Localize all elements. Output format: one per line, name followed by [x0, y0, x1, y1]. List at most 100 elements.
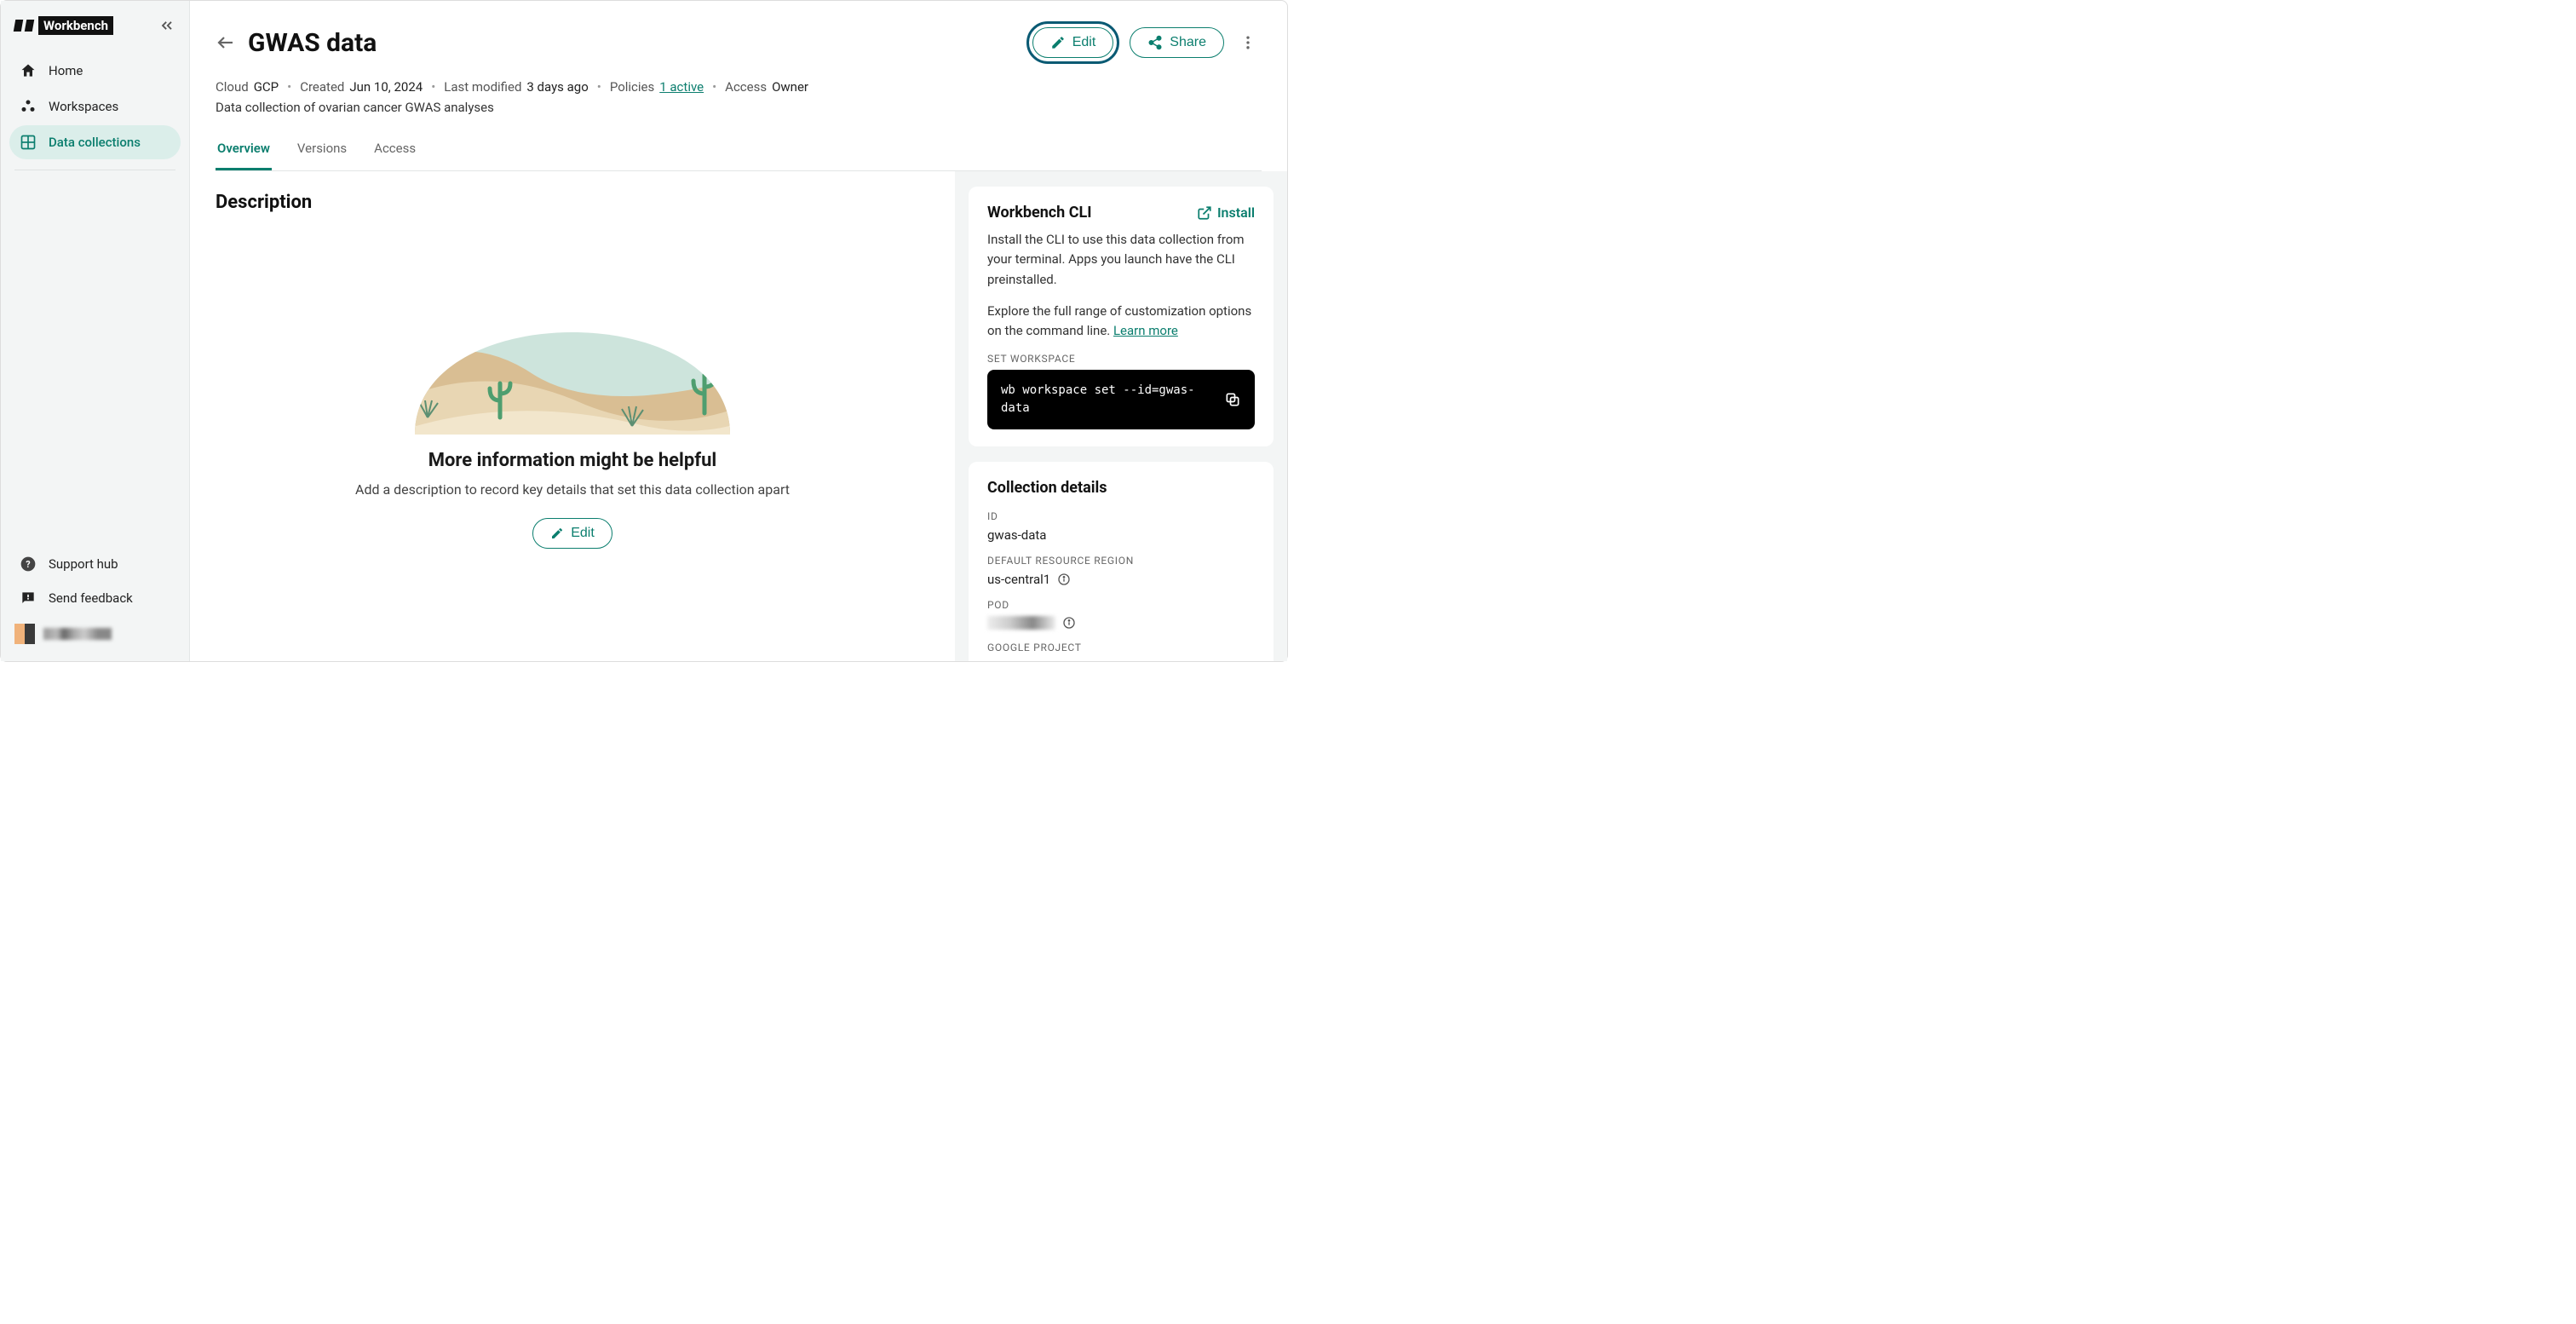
user-account-row[interactable]: [9, 615, 181, 653]
cli-card: Workbench CLI Install Install the CLI to…: [969, 187, 1274, 446]
copy-icon: [1224, 391, 1241, 408]
right-panel: Workbench CLI Install Install the CLI to…: [955, 171, 1287, 661]
meta-access-label: Access: [725, 79, 767, 95]
sidebar: Workbench Home Workspaces: [1, 1, 190, 661]
external-link-icon: [1197, 205, 1212, 221]
page-title: GWAS data: [248, 28, 377, 58]
tabs: Overview Versions Access: [216, 132, 1262, 171]
cli-learn-more-link[interactable]: Learn more: [1113, 323, 1178, 338]
meta-separator: •: [431, 79, 435, 95]
sidebar-item-support-hub[interactable]: ? Support hub: [9, 547, 181, 581]
data-collections-icon: [20, 134, 37, 151]
sidebar-collapse-button[interactable]: [158, 17, 175, 34]
cli-card-header: Workbench CLI Install: [987, 204, 1255, 222]
meta-row: Cloud GCP • Created Jun 10, 2024 • Last …: [216, 79, 1262, 95]
details-pod-row: [987, 616, 1255, 630]
details-id-label: ID: [987, 510, 1255, 522]
brand: Workbench: [14, 16, 113, 35]
meta-policies-link[interactable]: 1 active: [659, 79, 704, 95]
meta-modified-value: 3 days ago: [526, 79, 588, 95]
title-actions: Edit Share: [1026, 21, 1262, 64]
cli-desc-1: Install the CLI to use this data collect…: [987, 230, 1255, 290]
sidebar-footer-nav: ? Support hub Send feedback: [9, 547, 181, 615]
back-button[interactable]: [216, 32, 236, 53]
description-empty-state: More information might be helpful Add a …: [216, 247, 929, 549]
header-description: Data collection of ovarian cancer GWAS a…: [216, 100, 1262, 115]
help-icon: ?: [20, 556, 37, 573]
cli-card-title: Workbench CLI: [987, 204, 1092, 222]
home-icon: [20, 62, 37, 79]
title-left: GWAS data: [216, 28, 377, 58]
more-actions-button[interactable]: [1234, 29, 1262, 56]
sidebar-item-label: Send feedback: [49, 590, 133, 606]
brand-name: Workbench: [38, 16, 113, 35]
details-pod-label: POD: [987, 599, 1255, 611]
meta-created-value: Jun 10, 2024: [349, 79, 423, 95]
meta-modified-label: Last modified: [444, 79, 521, 95]
tab-label: Overview: [217, 141, 270, 156]
cli-install-label: Install: [1217, 204, 1255, 221]
more-vertical-icon: [1239, 34, 1256, 51]
share-button[interactable]: Share: [1130, 27, 1224, 58]
workspaces-icon: [20, 98, 37, 115]
sidebar-divider: [14, 170, 175, 538]
empty-state-title: More information might be helpful: [428, 450, 717, 471]
cli-copy-button[interactable]: [1224, 391, 1241, 408]
pencil-icon: [1050, 35, 1066, 50]
sidebar-item-workspaces[interactable]: Workspaces: [9, 89, 181, 124]
meta-separator: •: [712, 79, 716, 95]
empty-state-subtitle: Add a description to record key details …: [355, 481, 790, 498]
avatar: [14, 624, 35, 644]
sidebar-item-home[interactable]: Home: [9, 54, 181, 88]
sidebar-item-data-collections[interactable]: Data collections: [9, 125, 181, 159]
title-row: GWAS data Edit Share: [216, 21, 1262, 64]
desert-illustration: [389, 247, 756, 435]
sidebar-item-label: Workspaces: [49, 99, 118, 114]
sidebar-header: Workbench: [9, 16, 181, 54]
feedback-icon: [20, 590, 37, 607]
tab-versions[interactable]: Versions: [296, 132, 348, 170]
info-icon[interactable]: [1057, 573, 1071, 586]
app-root: Workbench Home Workspaces: [1, 1, 1287, 661]
meta-separator: •: [287, 79, 291, 95]
edit-button-label: Edit: [571, 526, 595, 541]
meta-access-value: Owner: [772, 79, 808, 95]
share-button-label: Share: [1170, 35, 1206, 50]
details-region-label: DEFAULT RESOURCE REGION: [987, 555, 1255, 567]
sidebar-item-label: Home: [49, 63, 83, 78]
meta-cloud-value: GCP: [254, 79, 279, 95]
cli-set-workspace-label: SET WORKSPACE: [987, 353, 1255, 365]
pencil-icon: [550, 527, 564, 540]
svg-text:?: ?: [26, 559, 30, 570]
details-card: Collection details ID gwas-data DEFAULT …: [969, 462, 1274, 661]
details-google-project-label: GOOGLE PROJECT: [987, 642, 1255, 653]
tab-access[interactable]: Access: [372, 132, 417, 170]
share-icon: [1147, 35, 1163, 50]
cli-command-block: wb workspace set --id=gwas- data: [987, 370, 1255, 429]
details-pod-value-redacted: [987, 616, 1055, 630]
brand-logo-icon: [14, 20, 33, 32]
empty-state-edit-button[interactable]: Edit: [532, 518, 612, 549]
cli-command-text: wb workspace set --id=gwas- data: [1001, 382, 1195, 417]
edit-button-label: Edit: [1072, 35, 1096, 50]
sidebar-item-label: Support hub: [49, 556, 118, 572]
details-region-value: us-central1: [987, 572, 1050, 587]
edit-button[interactable]: Edit: [1032, 27, 1114, 58]
sidebar-item-send-feedback[interactable]: Send feedback: [9, 581, 181, 615]
user-name-redacted: [43, 628, 112, 640]
meta-policies-label: Policies: [610, 79, 654, 95]
meta-separator: •: [597, 79, 601, 95]
tab-label: Access: [374, 141, 416, 156]
sidebar-item-label: Data collections: [49, 135, 141, 150]
details-card-title: Collection details: [987, 479, 1255, 497]
content: Description: [190, 171, 955, 661]
tab-overview[interactable]: Overview: [216, 132, 272, 170]
details-region-row: us-central1: [987, 572, 1255, 587]
meta-created-label: Created: [300, 79, 344, 95]
info-icon[interactable]: [1062, 616, 1076, 630]
sidebar-nav: Home Workspaces Data collections: [9, 54, 181, 161]
cli-desc-2: Explore the full range of customization …: [987, 302, 1255, 342]
cli-install-link[interactable]: Install: [1197, 204, 1255, 221]
tab-label: Versions: [297, 141, 347, 156]
header: GWAS data Edit Share: [190, 1, 1287, 171]
